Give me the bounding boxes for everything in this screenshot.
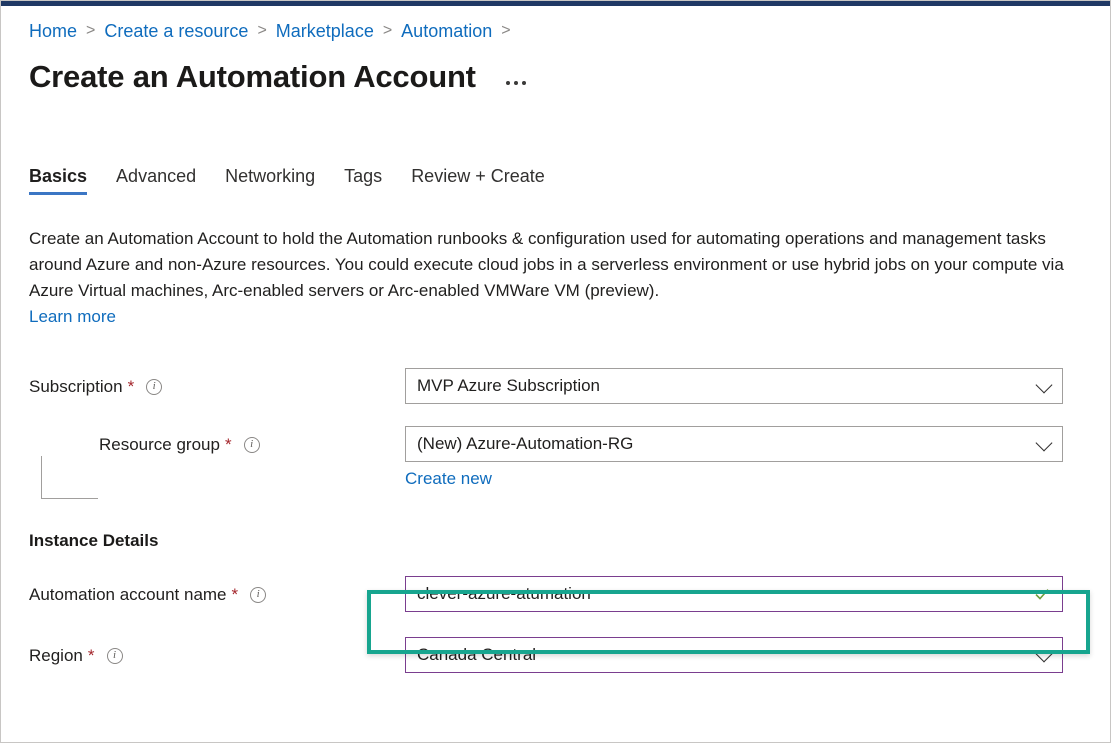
resource-group-control: (New) Azure-Automation-RG Create new — [405, 426, 1063, 489]
automation-account-name-input[interactable]: clever-azure-atumation — [405, 576, 1063, 612]
field-automation-account-name: Automation account name * i clever-azure… — [29, 576, 1082, 612]
breadcrumb: Home > Create a resource > Marketplace >… — [29, 20, 1082, 42]
breadcrumb-item-automation[interactable]: Automation — [401, 20, 492, 42]
required-marker: * — [87, 646, 95, 665]
required-marker: * — [231, 585, 239, 604]
breadcrumb-separator-icon: > — [501, 22, 511, 39]
info-icon[interactable]: i — [146, 378, 163, 395]
tab-basics[interactable]: Basics — [29, 166, 88, 195]
tab-advanced[interactable]: Advanced — [116, 166, 196, 195]
tab-review-create[interactable]: Review + Create — [411, 166, 545, 195]
azure-portal-blade: Home > Create a resource > Marketplace >… — [0, 0, 1111, 743]
field-subscription: Subscription * i MVP Azure Subscription — [29, 368, 1082, 404]
blade-description: Create an Automation Account to hold the… — [29, 229, 1064, 300]
subscription-dropdown[interactable]: MVP Azure Subscription — [405, 368, 1063, 404]
subscription-label: Subscription * i — [29, 368, 405, 397]
resource-group-label: Resource group * i — [29, 426, 405, 455]
breadcrumb-separator-icon: > — [257, 22, 267, 39]
field-region: Region * i Canada Central — [29, 637, 1082, 673]
automation-account-name-value: clever-azure-atumation — [417, 584, 591, 603]
blade-content: Home > Create a resource > Marketplace >… — [1, 6, 1110, 742]
region-control: Canada Central — [405, 637, 1063, 673]
region-label-text: Region — [29, 646, 83, 665]
automation-account-name-label: Automation account name * i — [29, 576, 405, 605]
learn-more-link[interactable]: Learn more — [29, 307, 116, 326]
subscription-control: MVP Azure Subscription — [405, 368, 1063, 404]
ellipsis-dot — [513, 81, 518, 85]
required-marker: * — [224, 435, 232, 454]
breadcrumb-separator-icon: > — [382, 22, 393, 39]
resource-group-selected-value: (New) Azure-Automation-RG — [417, 434, 634, 453]
resource-group-label-text: Resource group — [99, 435, 220, 454]
tree-connector-line — [41, 456, 98, 499]
chevron-down-icon — [1035, 645, 1053, 663]
subscription-selected-value: MVP Azure Subscription — [417, 376, 600, 395]
region-selected-value: Canada Central — [417, 645, 537, 664]
ellipsis-dot — [505, 81, 510, 85]
breadcrumb-item-home[interactable]: Home — [29, 20, 77, 42]
page-title: Create an Automation Account — [29, 59, 476, 94]
learn-more-link-wrapper: Learn more — [29, 304, 1082, 330]
create-new-resource-group-link[interactable]: Create new — [405, 469, 492, 489]
info-icon[interactable]: i — [250, 586, 267, 603]
required-marker: * — [127, 377, 135, 396]
chevron-down-icon — [1035, 434, 1053, 452]
region-label: Region * i — [29, 637, 405, 666]
automation-account-name-label-text: Automation account name — [29, 585, 227, 604]
tab-bar: Basics Advanced Networking Tags Review +… — [29, 166, 1082, 195]
info-icon[interactable]: i — [106, 647, 123, 664]
valid-check-icon — [1035, 589, 1049, 600]
subscription-label-text: Subscription — [29, 377, 123, 396]
resource-group-dropdown[interactable]: (New) Azure-Automation-RG — [405, 426, 1063, 462]
region-dropdown[interactable]: Canada Central — [405, 637, 1063, 673]
automation-account-name-control: clever-azure-atumation — [405, 576, 1063, 612]
breadcrumb-item-create-a-resource[interactable]: Create a resource — [104, 20, 248, 42]
title-row: Create an Automation Account — [29, 59, 1082, 95]
more-options-icon[interactable] — [502, 77, 530, 89]
info-icon[interactable]: i — [243, 436, 260, 453]
field-resource-group: Resource group * i (New) Azure-Automatio… — [29, 426, 1082, 499]
tab-networking[interactable]: Networking — [225, 166, 315, 195]
tab-tags[interactable]: Tags — [344, 166, 382, 195]
ellipsis-dot — [521, 81, 526, 85]
breadcrumb-item-marketplace[interactable]: Marketplace — [276, 20, 374, 42]
chevron-down-icon — [1035, 376, 1053, 394]
instance-details-heading: Instance Details — [29, 531, 159, 550]
breadcrumb-separator-icon: > — [86, 22, 96, 39]
basics-form: Subscription * i MVP Azure Subscription … — [29, 368, 1082, 673]
